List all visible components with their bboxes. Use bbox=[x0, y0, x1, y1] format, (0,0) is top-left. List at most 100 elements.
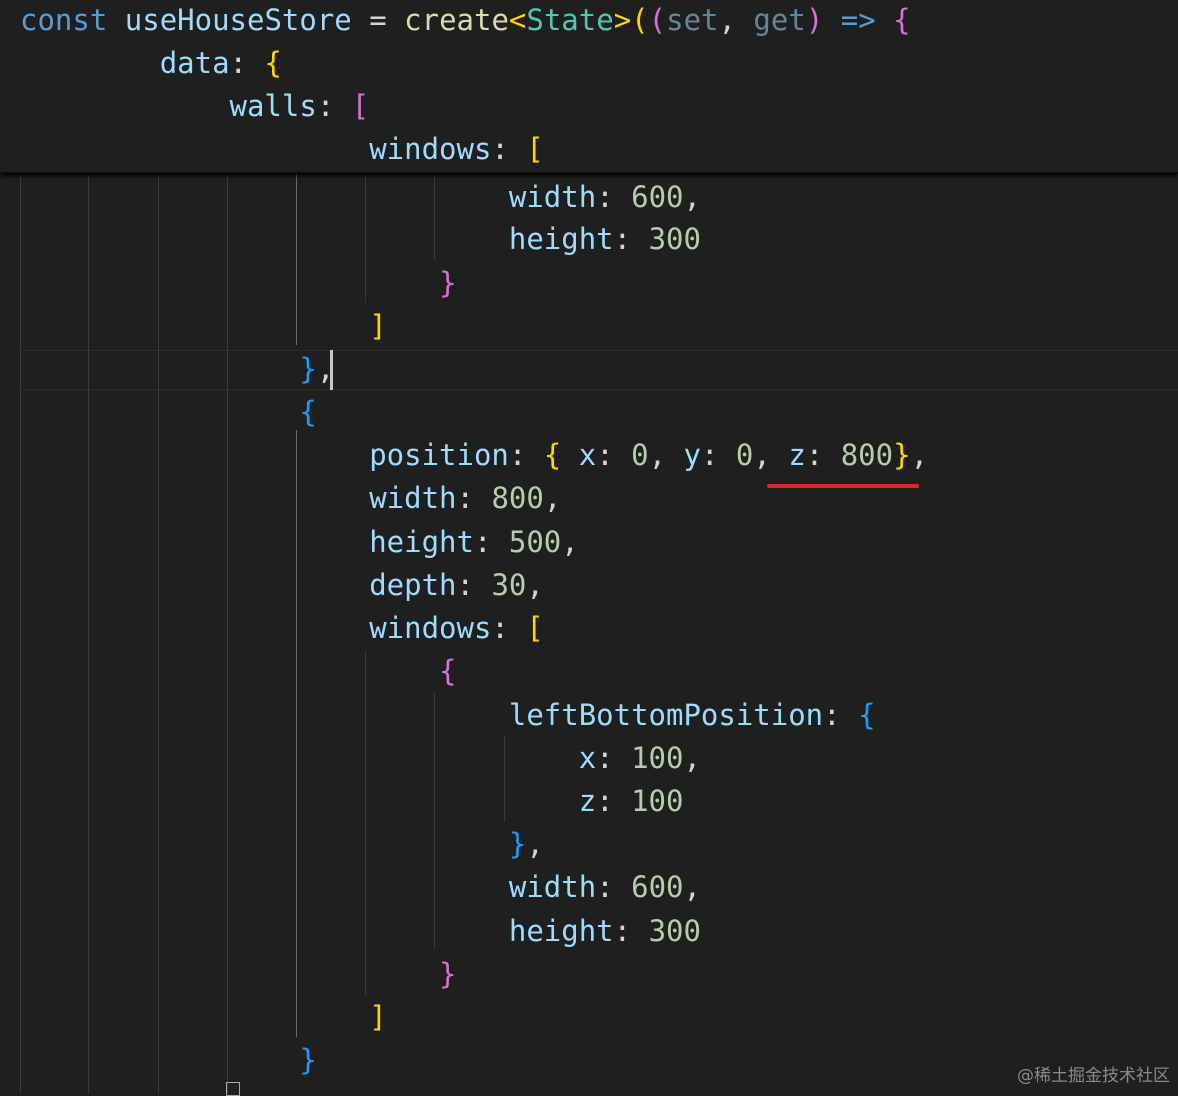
code-token: ] bbox=[369, 1000, 387, 1034]
code-token: 500 bbox=[508, 525, 562, 559]
code-line[interactable]: }, bbox=[20, 348, 334, 391]
code-token: { bbox=[543, 438, 562, 472]
code-token: : bbox=[456, 481, 492, 515]
code-line[interactable]: width: 600, bbox=[20, 866, 701, 909]
code-line[interactable]: ] bbox=[20, 996, 387, 1039]
code-token: , bbox=[910, 438, 929, 472]
code-token: 0 bbox=[631, 438, 649, 472]
code-line[interactable]: { bbox=[20, 650, 457, 693]
code-line[interactable]: width: 800, bbox=[20, 477, 561, 520]
code-line[interactable]: } bbox=[20, 953, 457, 996]
code-token: create bbox=[404, 3, 509, 37]
sticky-line[interactable]: data: { bbox=[20, 42, 282, 85]
code-token: ( bbox=[631, 3, 649, 37]
code-token: State bbox=[526, 3, 614, 37]
code-token: , bbox=[718, 3, 754, 37]
code-token: depth bbox=[369, 568, 457, 602]
code-line[interactable]: ] bbox=[20, 305, 386, 348]
code-line[interactable]: height: 300 bbox=[20, 910, 701, 953]
code-token: , bbox=[561, 525, 579, 559]
code-token: width bbox=[508, 180, 597, 214]
code-token: : bbox=[456, 568, 492, 602]
code-token: width bbox=[508, 870, 597, 904]
code-token: width bbox=[369, 481, 457, 515]
annotation-underline bbox=[767, 484, 919, 488]
code-line[interactable]: position: { x: 0, y: 0, z: 800}, bbox=[20, 434, 928, 477]
code-token: x bbox=[578, 741, 597, 775]
code-line[interactable]: depth: 30, bbox=[20, 564, 544, 607]
code-token: , bbox=[526, 827, 544, 861]
code-token: < bbox=[508, 3, 527, 37]
sticky-line[interactable]: walls: [ bbox=[20, 85, 370, 128]
code-token: windows bbox=[369, 611, 492, 645]
text-cursor bbox=[330, 350, 333, 390]
code-token: get bbox=[753, 3, 806, 37]
code-token: } bbox=[508, 827, 527, 861]
code-token: height bbox=[508, 914, 614, 948]
code-line[interactable]: } bbox=[20, 1039, 317, 1082]
watermark: @稀土掘金技术社区 bbox=[1017, 1066, 1170, 1086]
code-token: : bbox=[596, 180, 632, 214]
code-line[interactable]: x: 100, bbox=[20, 737, 701, 780]
code-token: leftBottomPosition bbox=[508, 698, 824, 732]
code-editor[interactable]: width: 600, height: 300 } ] }, { positio… bbox=[0, 0, 1178, 1096]
code-token: const bbox=[20, 3, 108, 37]
code-token: : bbox=[473, 525, 509, 559]
code-line[interactable]: windows: [ bbox=[20, 607, 544, 650]
code-token: : bbox=[229, 46, 265, 80]
code-token: 100 bbox=[631, 741, 684, 775]
code-line[interactable]: height: 300 bbox=[20, 218, 701, 261]
code-token: data bbox=[159, 46, 230, 80]
code-token: ( bbox=[648, 3, 667, 37]
code-token: position bbox=[369, 438, 509, 472]
code-token: , bbox=[648, 438, 684, 472]
code-token: z bbox=[578, 784, 597, 818]
code-line[interactable]: leftBottomPosition: { bbox=[20, 694, 876, 737]
code-token: windows bbox=[369, 132, 492, 166]
code-token: : bbox=[316, 89, 352, 123]
code-token: : bbox=[508, 438, 544, 472]
sticky-line[interactable]: windows: [ bbox=[20, 128, 544, 171]
sticky-line[interactable]: const useHouseStore = create<State>((set… bbox=[20, 0, 911, 42]
code-token: : bbox=[596, 438, 632, 472]
code-line[interactable]: { bbox=[20, 391, 316, 434]
code-token: 100 bbox=[631, 784, 684, 818]
code-line[interactable]: } bbox=[20, 262, 456, 305]
code-token: y bbox=[683, 438, 701, 472]
code-token: height bbox=[508, 222, 614, 256]
code-line[interactable]: z: 100 bbox=[20, 780, 684, 823]
code-token: => bbox=[840, 3, 876, 37]
code-line[interactable]: height: 500, bbox=[20, 521, 579, 564]
code-token: [ bbox=[526, 132, 544, 166]
code-line[interactable]: }, bbox=[20, 823, 544, 866]
code-token: { bbox=[264, 46, 282, 80]
code-token: { bbox=[439, 654, 457, 688]
code-line[interactable]: width: 600, bbox=[20, 176, 701, 219]
code-token: } bbox=[439, 957, 457, 991]
code-token: set bbox=[666, 3, 719, 37]
code-token: > bbox=[613, 3, 632, 37]
sticky-scroll-header[interactable]: const useHouseStore = create<State>((set… bbox=[0, 0, 1178, 173]
code-token: : bbox=[596, 741, 632, 775]
code-token: = bbox=[351, 3, 405, 37]
code-token: } bbox=[299, 1043, 317, 1077]
code-token: 800 bbox=[491, 481, 544, 515]
code-token: : bbox=[613, 222, 649, 256]
code-token: , bbox=[683, 180, 701, 214]
